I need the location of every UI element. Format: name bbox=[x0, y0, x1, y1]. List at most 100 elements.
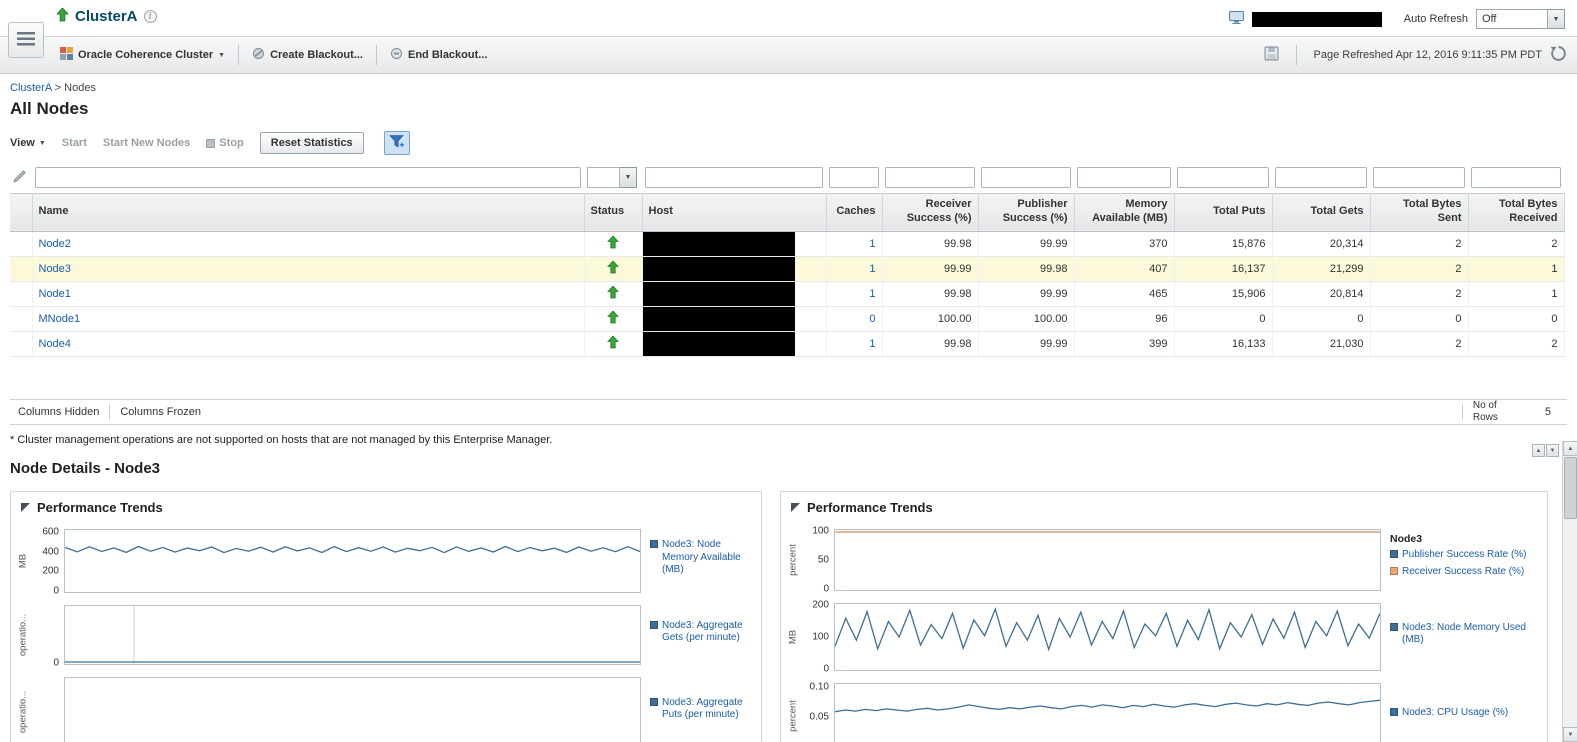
caches-link[interactable]: 1 bbox=[869, 338, 875, 350]
table-row[interactable]: MNode1 0 100.00 100.00 96 0 0 0 0 bbox=[10, 306, 1565, 332]
page-refreshed-text: Page Refreshed Apr 12, 2016 9:11:35 PM P… bbox=[1313, 49, 1543, 61]
cluster-menu[interactable]: Oracle Coherence Cluster ▼ bbox=[56, 47, 229, 63]
legend-label[interactable]: Node3: CPU Usage (%) bbox=[1402, 707, 1508, 720]
column-header-caches[interactable]: Caches bbox=[826, 192, 883, 232]
caches-link[interactable]: 0 bbox=[869, 313, 875, 325]
caches-link[interactable]: 1 bbox=[869, 238, 875, 250]
filter-input-caches[interactable] bbox=[829, 167, 879, 189]
panel-title: Performance Trends bbox=[37, 499, 163, 515]
filter-input-publisher-success[interactable] bbox=[981, 167, 1071, 189]
pencil-icon[interactable] bbox=[13, 170, 27, 186]
memory-used-chart bbox=[834, 602, 1381, 671]
column-header-memory-available[interactable]: Memory Available (MB) bbox=[1074, 192, 1175, 232]
breadcrumb-cluster-link[interactable]: ClusterA bbox=[10, 82, 52, 94]
memory-available-cell: 465 bbox=[1074, 281, 1175, 307]
filter-input-total-gets[interactable] bbox=[1275, 167, 1367, 189]
caches-link[interactable]: 1 bbox=[869, 288, 875, 300]
auto-refresh-value[interactable]: Off bbox=[1476, 9, 1548, 29]
filter-icon bbox=[389, 134, 405, 152]
refresh-icon[interactable] bbox=[1550, 45, 1567, 65]
publisher-success-cell: 99.98 bbox=[978, 256, 1075, 282]
filter-status-select[interactable]: ▼ bbox=[587, 167, 637, 189]
publisher-success-cell: 99.99 bbox=[978, 331, 1075, 357]
scrollbar-thumb[interactable] bbox=[1564, 457, 1577, 519]
end-blackout-button[interactable]: End Blackout... bbox=[386, 47, 491, 63]
table-row[interactable]: Node4 1 99.98 99.99 399 16,133 21,030 2 … bbox=[10, 331, 1565, 357]
columns-hidden-label[interactable]: Columns Hidden bbox=[18, 406, 99, 418]
status-up-icon bbox=[607, 284, 619, 298]
stop-button[interactable]: Stop bbox=[206, 137, 244, 149]
legend-label[interactable]: Node3: Aggregate Gets (per minute) bbox=[662, 620, 753, 645]
collapse-triangle-icon[interactable] bbox=[21, 502, 30, 512]
row-selector-cell[interactable] bbox=[10, 281, 33, 307]
view-menu[interactable]: View ▼ bbox=[10, 137, 46, 149]
chart-row: MB 200 100 0 Node3: Node Memory Used (MB) bbox=[785, 599, 1539, 674]
node-link[interactable]: Node1 bbox=[39, 288, 71, 300]
column-header-total-bytes-received[interactable]: Total Bytes Received bbox=[1468, 192, 1565, 232]
y-axis-ticks: 0.10 0.05 bbox=[809, 681, 829, 723]
create-blackout-button[interactable]: Create Blackout... bbox=[248, 47, 367, 63]
chart-row: percent 100 50 0 Node3 Publisher Success R… bbox=[785, 525, 1539, 594]
reset-statistics-button[interactable]: Reset Statistics bbox=[259, 132, 364, 154]
auto-refresh-dropdown-button[interactable]: ▼ bbox=[1548, 9, 1565, 29]
success-rates-chart bbox=[834, 528, 1381, 591]
table-row-highlighted[interactable]: Node3 1 99.99 99.98 407 16,137 21,299 2 … bbox=[10, 256, 1565, 282]
start-button[interactable]: Start bbox=[62, 137, 87, 149]
columns-frozen-label[interactable]: Columns Frozen bbox=[120, 406, 201, 418]
node-link[interactable]: Node4 bbox=[39, 338, 71, 350]
column-header-total-puts[interactable]: Total Puts bbox=[1174, 192, 1273, 232]
filter-input-total-puts[interactable] bbox=[1177, 167, 1269, 189]
column-header-host[interactable]: Host bbox=[642, 192, 827, 232]
vertical-scrollbar[interactable]: ▲ ▼ bbox=[1562, 441, 1577, 742]
memory-available-cell: 370 bbox=[1074, 231, 1175, 257]
row-selector-cell[interactable] bbox=[10, 306, 33, 332]
splitter-collapse-button[interactable]: ▲ bbox=[1532, 444, 1545, 457]
splitter-expand-button[interactable]: ▼ bbox=[1546, 444, 1559, 457]
legend-label[interactable]: Node3: Aggregate Puts (per minute) bbox=[662, 697, 753, 722]
save-icon[interactable] bbox=[1264, 46, 1279, 64]
filter-input-receiver-success[interactable] bbox=[885, 167, 975, 189]
stop-icon bbox=[206, 138, 216, 148]
legend-label[interactable]: Node3: Node Memory Available (MB) bbox=[662, 539, 753, 577]
y-axis-label: operatio... bbox=[17, 613, 28, 656]
filter-input-memory-available[interactable] bbox=[1077, 167, 1171, 189]
memory-available-cell: 399 bbox=[1074, 331, 1175, 357]
total-puts-cell: 0 bbox=[1174, 306, 1273, 332]
table-row[interactable]: Node1 1 99.98 99.99 465 15,906 20,814 2 … bbox=[10, 281, 1565, 307]
node-link[interactable]: Node3 bbox=[39, 263, 71, 275]
node-link[interactable]: Node2 bbox=[39, 238, 71, 250]
filter-input-host[interactable] bbox=[645, 167, 823, 189]
total-bytes-sent-cell: 0 bbox=[1370, 306, 1469, 332]
sidebar-toggle-button[interactable] bbox=[8, 22, 44, 58]
caches-link[interactable]: 1 bbox=[869, 263, 875, 275]
column-header-total-gets[interactable]: Total Gets bbox=[1272, 192, 1371, 232]
legend-label[interactable]: Publisher Success Rate (%) bbox=[1402, 549, 1527, 562]
total-bytes-sent-cell: 2 bbox=[1370, 231, 1469, 257]
query-by-example-button[interactable] bbox=[383, 131, 410, 155]
legend-label[interactable]: Receiver Success Rate (%) bbox=[1402, 566, 1524, 579]
top-header: ClusterA i Auto Refresh Off ▼ bbox=[0, 0, 1577, 36]
column-header-status[interactable]: Status bbox=[584, 192, 643, 232]
column-header-receiver-success[interactable]: Receiver Success (%) bbox=[882, 192, 979, 232]
column-header-publisher-success[interactable]: Publisher Success (%) bbox=[978, 192, 1075, 232]
filter-input-total-bytes-received[interactable] bbox=[1471, 167, 1561, 189]
filter-input-total-bytes-sent[interactable] bbox=[1373, 167, 1465, 189]
auto-refresh-select[interactable]: Off ▼ bbox=[1476, 9, 1565, 29]
collapse-triangle-icon[interactable] bbox=[791, 502, 800, 512]
node-link[interactable]: MNode1 bbox=[39, 313, 81, 325]
legend-label[interactable]: Node3: Node Memory Used (MB) bbox=[1402, 622, 1539, 647]
scroll-down-button[interactable]: ▼ bbox=[1563, 727, 1577, 742]
table-row[interactable]: Node2 1 99.98 99.99 370 15,876 20,314 2 … bbox=[10, 231, 1565, 257]
column-header-total-bytes-sent[interactable]: Total Bytes Sent bbox=[1370, 192, 1469, 232]
start-new-nodes-button[interactable]: Start New Nodes bbox=[103, 137, 190, 149]
row-selector-cell[interactable] bbox=[10, 256, 33, 282]
column-header-name[interactable]: Name bbox=[32, 192, 585, 232]
total-gets-cell: 20,314 bbox=[1272, 231, 1371, 257]
status-cell bbox=[584, 331, 643, 357]
info-icon[interactable]: i bbox=[143, 10, 157, 23]
row-selector-cell[interactable] bbox=[10, 331, 33, 357]
footer-separator bbox=[109, 403, 111, 420]
scroll-up-button[interactable]: ▲ bbox=[1563, 441, 1577, 456]
filter-input-name[interactable] bbox=[35, 167, 581, 189]
row-selector-cell[interactable] bbox=[10, 231, 33, 257]
